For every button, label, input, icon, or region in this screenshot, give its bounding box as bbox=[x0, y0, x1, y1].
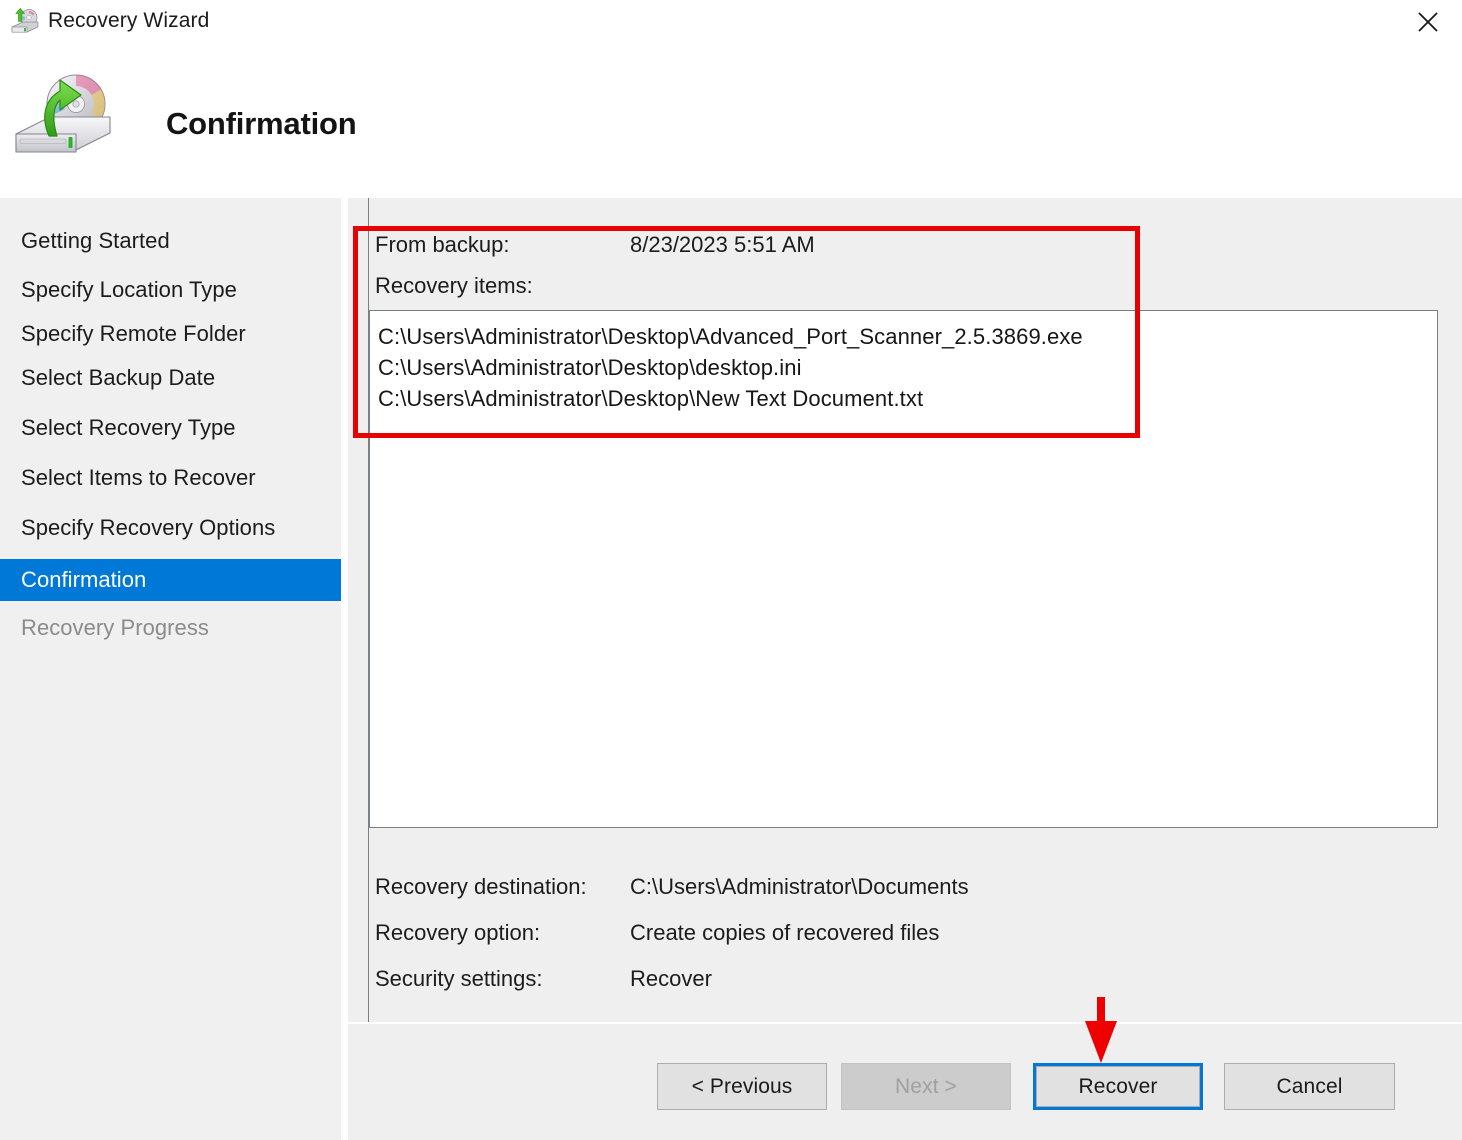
wizard-steps-sidebar: Getting Started Specify Location Type Sp… bbox=[0, 198, 341, 1140]
sidebar-item-label: Select Items to Recover bbox=[0, 465, 256, 491]
sidebar-content-gap bbox=[341, 198, 348, 1140]
list-item[interactable]: C:\Users\Administrator\Desktop\New Text … bbox=[378, 383, 1437, 414]
sidebar-item-label: Specify Recovery Options bbox=[0, 515, 275, 541]
recovery-option-label: Recovery option: bbox=[375, 920, 630, 946]
window-title: Recovery Wizard bbox=[48, 9, 209, 33]
wizard-header: Confirmation bbox=[0, 46, 1462, 198]
sidebar-item-label: Specify Location Type bbox=[0, 277, 237, 303]
from-backup-value: 8/23/2023 5:51 AM bbox=[630, 232, 815, 258]
sidebar-item-getting-started[interactable]: Getting Started bbox=[0, 220, 341, 262]
sidebar-item-specify-location-type[interactable]: Specify Location Type bbox=[0, 269, 341, 311]
sidebar-item-label: Select Recovery Type bbox=[0, 415, 236, 441]
sidebar-item-select-backup-date[interactable]: Select Backup Date bbox=[0, 357, 341, 399]
sidebar-item-recovery-progress: Recovery Progress bbox=[0, 607, 341, 649]
recovery-destination-row: Recovery destination: C:\Users\Administr… bbox=[375, 874, 1135, 900]
sidebar-item-label: Select Backup Date bbox=[0, 365, 215, 391]
sidebar-item-select-items-to-recover[interactable]: Select Items to Recover bbox=[0, 457, 341, 499]
list-item[interactable]: C:\Users\Administrator\Desktop\Advanced_… bbox=[378, 321, 1437, 352]
backup-summary: From backup: 8/23/2023 5:51 AM Recovery … bbox=[375, 232, 1135, 314]
security-settings-row: Security settings: Recover bbox=[375, 966, 1135, 992]
sidebar-item-label: Recovery Progress bbox=[0, 615, 209, 641]
security-settings-value: Recover bbox=[630, 966, 712, 992]
sidebar-item-specify-recovery-options[interactable]: Specify Recovery Options bbox=[0, 507, 341, 549]
previous-button[interactable]: < Previous bbox=[657, 1063, 827, 1110]
recovery-details-summary: Recovery destination: C:\Users\Administr… bbox=[375, 874, 1135, 1012]
close-icon[interactable] bbox=[1402, 2, 1454, 42]
recovery-option-value: Create copies of recovered files bbox=[630, 920, 939, 946]
from-backup-row: From backup: 8/23/2023 5:51 AM bbox=[375, 232, 1135, 258]
sidebar-item-confirmation[interactable]: Confirmation bbox=[0, 559, 341, 601]
sidebar-item-select-recovery-type[interactable]: Select Recovery Type bbox=[0, 407, 341, 449]
recovery-items-label: Recovery items: bbox=[375, 273, 630, 299]
recovery-items-listbox[interactable]: C:\Users\Administrator\Desktop\Advanced_… bbox=[369, 310, 1438, 828]
sidebar-item-label: Specify Remote Folder bbox=[0, 321, 246, 347]
title-bar: Recovery Wizard bbox=[0, 0, 1462, 46]
recovery-drive-icon bbox=[10, 8, 40, 36]
recovery-destination-label: Recovery destination: bbox=[375, 874, 630, 900]
sidebar-item-label: Getting Started bbox=[0, 228, 170, 254]
recovery-items-row: Recovery items: bbox=[375, 273, 1135, 299]
recovery-drive-icon-large bbox=[8, 60, 118, 170]
list-item[interactable]: C:\Users\Administrator\Desktop\desktop.i… bbox=[378, 352, 1437, 383]
from-backup-label: From backup: bbox=[375, 232, 630, 258]
recover-button[interactable]: Recover bbox=[1033, 1063, 1203, 1110]
security-settings-label: Security settings: bbox=[375, 966, 630, 992]
sidebar-item-label: Confirmation bbox=[0, 567, 146, 593]
page-title: Confirmation bbox=[166, 106, 356, 142]
recovery-option-row: Recovery option: Create copies of recove… bbox=[375, 920, 1135, 946]
cancel-button[interactable]: Cancel bbox=[1224, 1063, 1395, 1110]
next-button: Next > bbox=[841, 1063, 1011, 1110]
recovery-destination-value: C:\Users\Administrator\Documents bbox=[630, 874, 969, 900]
sidebar-item-specify-remote-folder[interactable]: Specify Remote Folder bbox=[0, 313, 341, 355]
